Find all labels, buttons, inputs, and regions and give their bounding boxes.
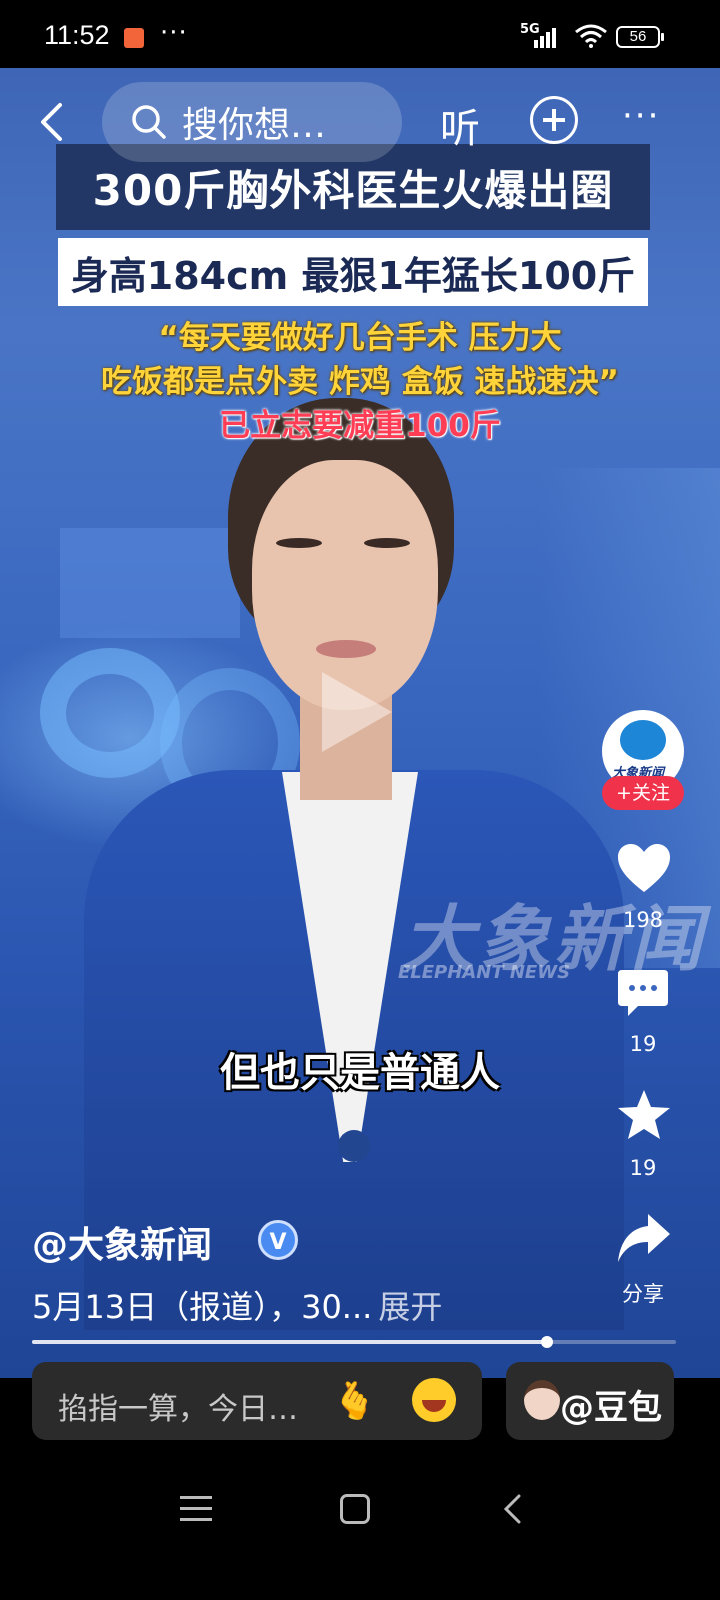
studio-background-block (60, 528, 240, 638)
listen-button[interactable]: 听 (440, 96, 480, 154)
doubao-button[interactable]: @豆包 (506, 1362, 674, 1440)
more-dots-icon[interactable]: ··· (622, 96, 660, 136)
like-count: 198 (622, 908, 664, 932)
studio-background-ring (40, 648, 180, 778)
search-icon (132, 105, 166, 139)
ask-input[interactable]: 掐指一算，今日… 🫰 (32, 1362, 482, 1440)
post-description[interactable]: 5月13日（报道），30... 展开 (32, 1282, 442, 1328)
progress-fill (32, 1340, 548, 1344)
shopping-bag-icon (124, 28, 144, 48)
quote-line: “每天要做好几台手术 压力大 (158, 320, 562, 356)
description-text: 5月13日（报道），30... (32, 1288, 373, 1326)
plus-circle-icon[interactable] (530, 96, 578, 144)
subheadline-text: 身高184cm 最狠1年猛长100斤 (70, 253, 636, 298)
status-time: 11:52 (44, 20, 110, 50)
chevron-left-icon[interactable] (38, 102, 64, 142)
subheadline-caption: 身高184cm 最狠1年猛长100斤 (58, 238, 648, 306)
headline-text: 300斤胸外科医生火爆出圈 (92, 165, 614, 215)
home-icon[interactable] (340, 1494, 370, 1524)
quote-line: 吃饭都是点外卖 炸鸡 盒饭 速战速决” (101, 364, 619, 400)
watermark-english: ELEPHANT NEWS (398, 962, 571, 983)
presenter-eye (364, 538, 410, 548)
wifi-icon (575, 24, 607, 48)
video-progress-bar[interactable] (32, 1336, 676, 1348)
presenter-lips (316, 640, 376, 658)
expand-link[interactable]: 展开 (378, 1288, 442, 1326)
doubao-avatar-icon (524, 1380, 560, 1420)
signal-icon (534, 26, 560, 48)
play-icon[interactable] (322, 672, 392, 752)
share-label[interactable]: 分享 (600, 1278, 686, 1308)
recent-apps-icon[interactable] (180, 1496, 212, 1529)
finger-heart-icon[interactable]: 🫰 (332, 1380, 377, 1422)
battery-indicator: 56 (616, 26, 664, 48)
favorite-count: 19 (629, 1156, 657, 1180)
verified-badge-icon: V (258, 1220, 298, 1260)
search-placeholder: 搜你想… (182, 105, 327, 146)
laughing-face-icon[interactable] (412, 1378, 456, 1422)
presenter-button (338, 1130, 370, 1162)
quote-highlight: 已立志要减重100斤 (219, 408, 501, 444)
elephant-logo-icon (620, 720, 666, 760)
search-input[interactable]: 搜你想… (102, 82, 402, 162)
star-icon[interactable] (616, 1088, 672, 1142)
status-bar: 11:52 ··· 5G 56 (0, 0, 720, 68)
system-back-icon[interactable] (502, 1494, 522, 1524)
presenter-eye (276, 538, 322, 548)
status-more-indicator: ··· (160, 18, 188, 48)
comment-icon[interactable] (616, 968, 670, 1018)
share-arrow-icon[interactable] (616, 1212, 672, 1264)
author-name[interactable]: @大象新闻 (32, 1216, 212, 1268)
follow-button[interactable]: +关注 (602, 776, 684, 810)
heart-icon[interactable] (616, 842, 672, 894)
comment-count: 19 (629, 1032, 657, 1056)
ask-placeholder: 掐指一算，今日… (58, 1392, 298, 1427)
doubao-label: @豆包 (560, 1388, 662, 1428)
